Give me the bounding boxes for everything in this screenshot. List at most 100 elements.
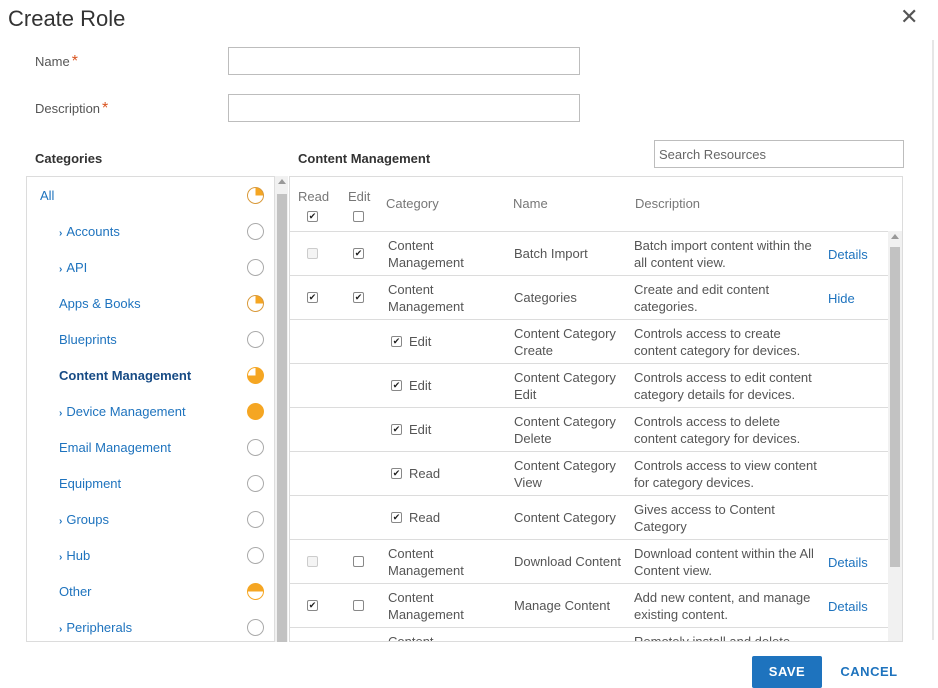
category-item[interactable]: › API <box>27 250 275 286</box>
cell-line: Management <box>388 255 464 270</box>
category-item[interactable]: › Device Management <box>27 394 275 430</box>
name-label: Name * <box>35 53 78 70</box>
description-cell: Controls access to view content for categ… <box>634 457 817 491</box>
permission-label: Edit <box>409 378 432 393</box>
details-link[interactable]: Details <box>828 598 868 615</box>
resources-table: Read Edit Category Name Description Cont… <box>289 176 903 642</box>
read-checkbox[interactable] <box>307 248 318 259</box>
edit-checkbox[interactable] <box>353 292 364 303</box>
category-name: API <box>66 260 88 275</box>
permission-checkbox[interactable] <box>391 468 402 479</box>
category-scrollbar[interactable] <box>274 176 288 642</box>
hide-link[interactable]: Hide <box>828 290 855 307</box>
chevron-right-icon[interactable]: › <box>59 228 62 239</box>
cell-line: Controls access to delete <box>634 414 780 429</box>
description-cell: Controls access to delete content categor… <box>634 413 800 447</box>
category-item[interactable]: Apps & Books <box>27 286 275 322</box>
cell-line: content category for devices. <box>634 431 801 446</box>
col-name: Name <box>513 196 548 211</box>
edit-checkbox[interactable] <box>353 556 364 567</box>
name-cell: Content Category Delete <box>514 413 616 447</box>
cell-line: Delete <box>514 431 552 446</box>
read-checkbox[interactable] <box>307 556 318 567</box>
description-cell: Add new content, and manage existing cont… <box>634 589 810 623</box>
permission-status-icon <box>247 223 264 240</box>
scroll-up-icon[interactable] <box>278 179 286 184</box>
permission-checkbox[interactable] <box>391 512 402 523</box>
sub-permission-row: Read Content Category Gives access to Cont… <box>290 495 888 539</box>
category-item[interactable]: Other <box>27 574 275 610</box>
read-checkbox[interactable] <box>307 600 318 611</box>
close-icon[interactable]: ✕ <box>900 6 918 28</box>
cell-line: Controls access to view content <box>634 458 817 473</box>
table-row: Content Remotely install and delete <box>290 627 888 641</box>
category-item[interactable]: Equipment <box>27 466 275 502</box>
save-button[interactable]: SAVE <box>752 656 822 688</box>
sub-permission-row: Edit Content Category Create Controls acces… <box>290 319 888 363</box>
name-cell: Content Category View <box>514 457 616 491</box>
scroll-thumb[interactable] <box>277 194 287 642</box>
cell-line: Download content within the All <box>634 546 814 561</box>
category-name: Device Management <box>66 404 186 419</box>
category-list: All › Accounts › API Apps & Books Blueprints Co… <box>26 176 288 642</box>
permission-label: Read <box>409 466 441 481</box>
description-cell: Download content within the All Content v… <box>634 545 814 579</box>
description-cell: Gives access to Content Category <box>634 501 775 535</box>
permission-checkbox[interactable] <box>391 380 402 391</box>
edit-all-checkbox[interactable] <box>353 211 364 222</box>
description-cell: Create and edit content categories. <box>634 281 769 315</box>
search-input[interactable] <box>654 140 904 168</box>
sub-permission-row: Read Content Category View Controls access … <box>290 451 888 495</box>
name-field[interactable] <box>228 47 580 75</box>
table-scrollbar[interactable] <box>888 231 902 641</box>
name-cell: Manage Content <box>514 597 610 614</box>
category-item[interactable]: › Peripherals <box>27 610 275 641</box>
cell-line: Category <box>634 519 687 534</box>
category-label: › API <box>59 260 87 275</box>
chevron-right-icon[interactable]: › <box>59 624 62 635</box>
cell-line: Content Category <box>514 326 616 341</box>
dialog-title: Create Role <box>8 6 126 31</box>
required-marker: * <box>71 53 78 70</box>
cancel-button[interactable]: CANCEL <box>834 656 904 688</box>
permission-status-icon <box>247 619 264 636</box>
category-item[interactable]: Blueprints <box>27 322 275 358</box>
col-description: Description <box>635 196 701 211</box>
category-name: Groups <box>66 512 109 527</box>
category-label: › Groups <box>59 512 109 527</box>
chevron-right-icon[interactable]: › <box>59 552 62 563</box>
read-checkbox[interactable] <box>307 292 318 303</box>
details-link[interactable]: Details <box>828 246 868 263</box>
scroll-up-icon[interactable] <box>891 234 899 239</box>
category-label: Apps & Books <box>59 296 141 311</box>
permission-status-icon <box>247 475 264 492</box>
cell-line: Management <box>388 563 464 578</box>
permission-label: Read <box>409 510 441 525</box>
category-item[interactable]: › Groups <box>27 502 275 538</box>
read-all-checkbox[interactable] <box>307 211 318 222</box>
scroll-thumb[interactable] <box>890 247 900 567</box>
chevron-right-icon[interactable]: › <box>59 408 62 419</box>
category-item[interactable]: All <box>27 178 275 214</box>
required-marker: * <box>102 100 109 117</box>
category-item[interactable]: Email Management <box>27 430 275 466</box>
chevron-right-icon[interactable]: › <box>59 516 62 527</box>
description-field[interactable] <box>228 94 580 122</box>
cell-line: Management <box>388 607 464 622</box>
category-item[interactable]: › Accounts <box>27 214 275 250</box>
permission-checkbox[interactable] <box>391 336 402 347</box>
permission-status-icon <box>247 331 264 348</box>
cell-line: categories. <box>634 299 698 314</box>
details-link[interactable]: Details <box>828 554 868 571</box>
permission-checkbox[interactable] <box>391 424 402 435</box>
chevron-right-icon[interactable]: › <box>59 264 62 275</box>
category-item[interactable]: › Hub <box>27 538 275 574</box>
cell-line: Content <box>388 238 434 253</box>
edit-checkbox[interactable] <box>353 248 364 259</box>
cell-line: category details for devices. <box>634 387 796 402</box>
category-label: Equipment <box>59 476 121 491</box>
resources-heading: Content Management <box>298 151 431 166</box>
edit-checkbox[interactable] <box>353 600 364 611</box>
cell-line: Management <box>388 299 464 314</box>
category-item[interactable]: Content Management <box>27 358 275 394</box>
